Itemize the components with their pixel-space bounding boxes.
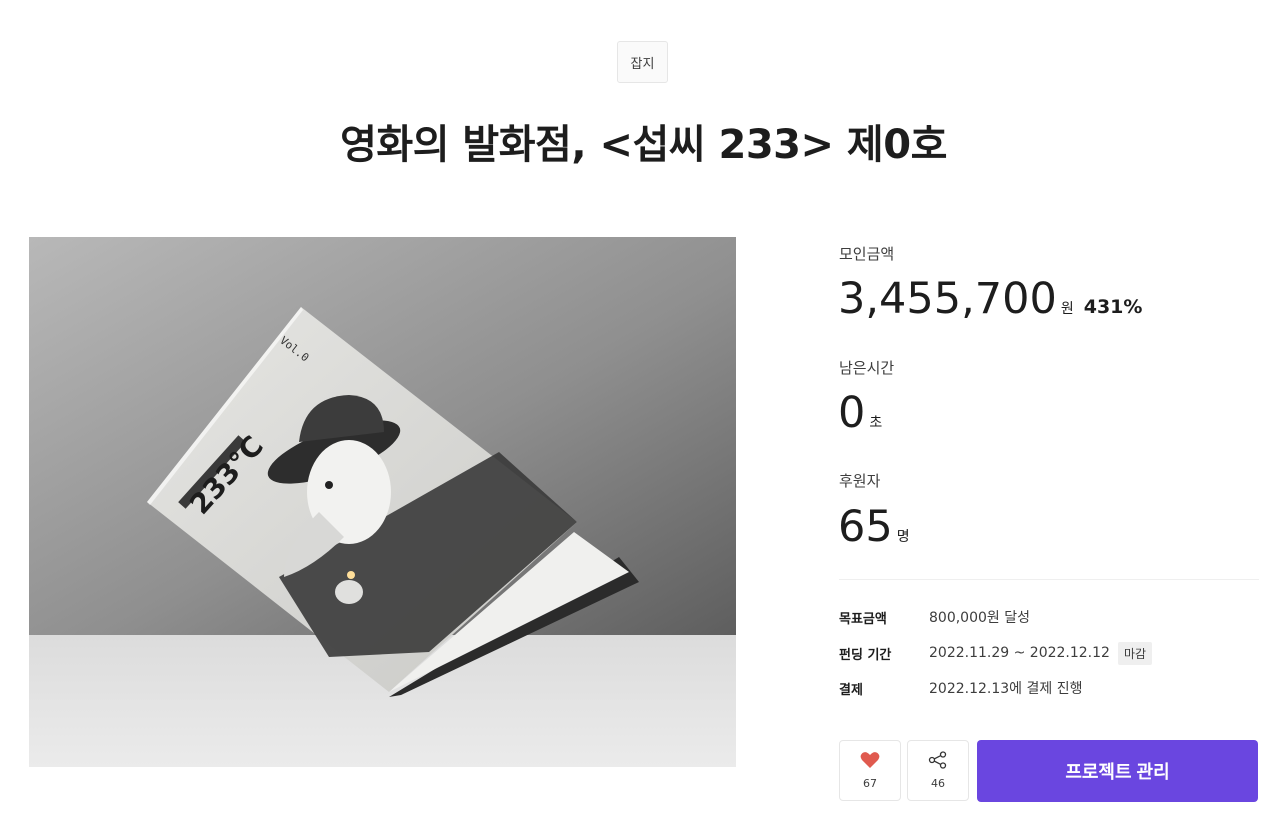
goal-value: 800,000원 달성 xyxy=(929,610,1030,626)
time-left-value: 0 xyxy=(838,388,866,438)
raised-unit: 원 xyxy=(1060,301,1074,317)
share-icon xyxy=(928,751,948,773)
raised-percent: 431% xyxy=(1083,296,1143,318)
raised-value: 3,455,700 xyxy=(838,274,1057,324)
payment-row: 결제 2022.12.13에 결제 진행 xyxy=(839,675,1259,701)
like-button[interactable]: 67 xyxy=(839,740,901,801)
backers-label: 후원자 xyxy=(839,472,881,490)
raised-amount: 3,455,700 원 431% xyxy=(838,278,1142,321)
share-button[interactable]: 46 xyxy=(907,740,969,801)
goal-key: 목표금액 xyxy=(839,611,887,627)
period-value: 2022.11.29 ~ 2022.12.12 xyxy=(929,645,1110,661)
category-badge[interactable]: 잡지 xyxy=(617,41,668,83)
time-left-label: 남은시간 xyxy=(839,359,895,377)
raised-label: 모인금액 xyxy=(839,245,895,263)
heart-icon xyxy=(860,751,880,773)
payment-key: 결제 xyxy=(839,682,863,698)
period-key: 펀딩 기간 xyxy=(839,647,892,663)
manage-project-button[interactable]: 프로젝트 관리 xyxy=(977,740,1258,802)
share-count: 46 xyxy=(931,777,945,790)
backers: 65 명 xyxy=(838,506,910,549)
payment-value: 2022.12.13에 결제 진행 xyxy=(929,681,1083,697)
goal-row: 목표금액 800,000원 달성 xyxy=(839,604,1259,630)
like-count: 67 xyxy=(863,777,877,790)
time-left: 0초 xyxy=(838,392,882,435)
page-title: 영화의 발화점, <섭씨 233> 제0호 xyxy=(340,122,947,168)
closed-tag: 마감 xyxy=(1117,641,1153,665)
project-image: 233°C Vol.0 xyxy=(29,237,736,767)
time-left-unit: 초 xyxy=(869,415,883,431)
period-row: 펀딩 기간 2022.11.29 ~ 2022.12.12 마감 xyxy=(839,640,1259,666)
backers-value: 65 xyxy=(838,502,893,552)
backers-unit: 명 xyxy=(896,529,910,545)
stats-divider xyxy=(839,579,1259,580)
period-value-wrap: 2022.11.29 ~ 2022.12.12 마감 xyxy=(929,641,1153,665)
